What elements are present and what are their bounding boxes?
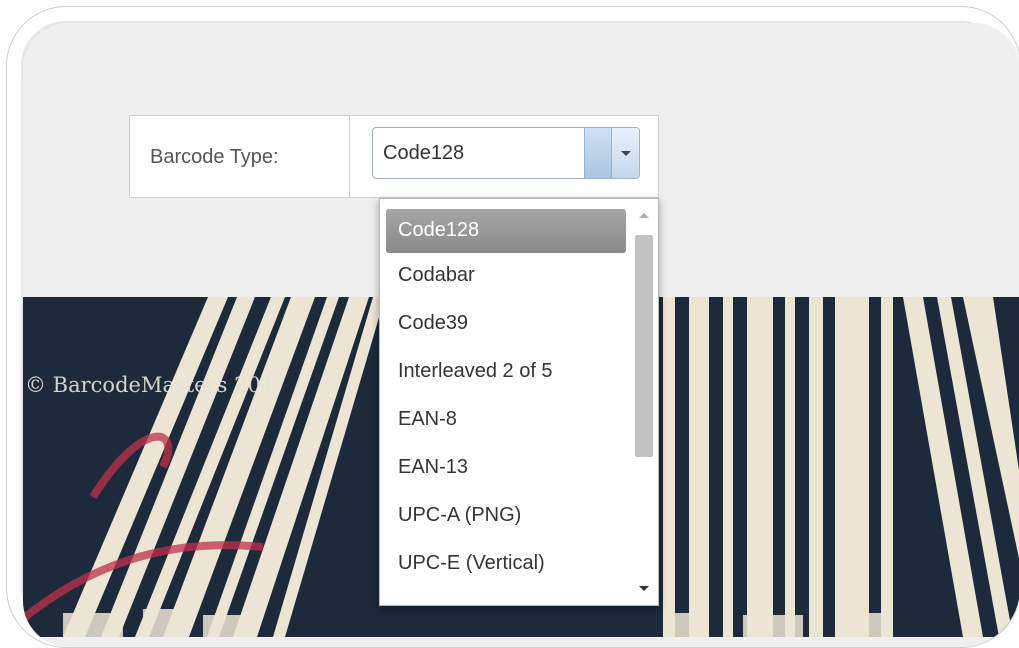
option-code128[interactable]: Code128 <box>386 209 626 253</box>
option-ean-13[interactable]: EAN-13 <box>386 449 626 497</box>
window-frame: © BarcodeMasters 201 Barcode Type: Code1… <box>6 6 1019 648</box>
option-codabar[interactable]: Codabar <box>386 257 626 305</box>
option-upc-e-vertical[interactable]: UPC-E (Vertical) <box>386 545 626 593</box>
scroll-down-arrow-icon[interactable] <box>639 586 649 591</box>
barcode-type-select[interactable]: Code128 <box>372 127 640 179</box>
combo-button-left[interactable] <box>584 128 611 178</box>
dropdown-scrollbar[interactable] <box>630 199 658 605</box>
barcode-type-dropdown-list[interactable]: Code128 Codabar Code39 Interleaved 2 of … <box>379 198 659 606</box>
scroll-thumb[interactable] <box>635 235 653 457</box>
barcode-type-form: Barcode Type: Code128 <box>129 115 659 198</box>
selected-value: Code128 <box>383 142 465 164</box>
option-interleaved-2-of-5[interactable]: Interleaved 2 of 5 <box>386 353 626 401</box>
copyright-text: © BarcodeMasters 201 <box>25 373 275 397</box>
option-list: Code128 Codabar Code39 Interleaved 2 of … <box>386 209 626 593</box>
label-cell: Barcode Type: <box>130 116 350 197</box>
chevron-down-icon <box>621 151 631 156</box>
combo-dropdown-button[interactable] <box>611 128 639 178</box>
barcode-type-label: Barcode Type: <box>150 146 279 168</box>
option-ean-8[interactable]: EAN-8 <box>386 401 626 449</box>
option-code39[interactable]: Code39 <box>386 305 626 353</box>
option-upc-a-png[interactable]: UPC-A (PNG) <box>386 497 626 545</box>
page-content: © BarcodeMasters 201 Barcode Type: Code1… <box>23 23 1019 647</box>
scroll-up-arrow-icon[interactable] <box>639 213 649 218</box>
